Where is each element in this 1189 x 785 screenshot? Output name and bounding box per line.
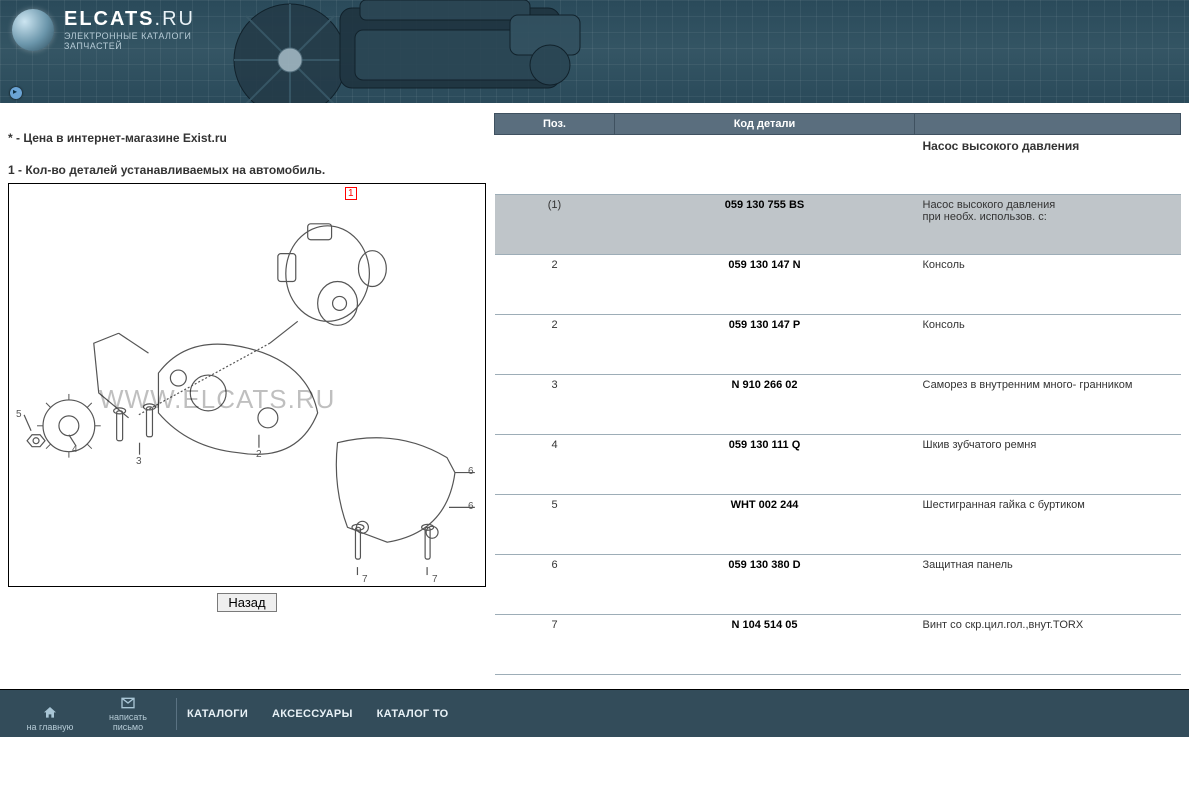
expand-icon[interactable] [10,87,22,99]
cell-pos: 2 [495,315,615,375]
cell-pos [495,135,615,195]
table-row[interactable]: 4059 130 111 QШкив зубчатого ремня [495,435,1181,495]
right-column: Поз. Код детали Насос высокого давления(… [494,113,1181,675]
brand-subtitle-1: ЭЛЕКТРОННЫЕ КАТАЛОГИ [64,31,195,41]
table-row[interactable]: 5WHT 002 244Шестигранная гайка с буртико… [495,495,1181,555]
engine-decoration [220,0,600,103]
diagram-callout-6b[interactable]: 6 [468,501,474,512]
cell-pos: (1) [495,195,615,255]
diagram-callout-7b[interactable]: 7 [432,574,438,585]
cell-code: 059 130 755 BS [615,195,915,255]
cell-pos: 3 [495,375,615,435]
col-pos: Поз. [495,114,615,135]
col-code: Код детали [615,114,915,135]
cell-pos: 7 [495,615,615,675]
globe-icon [12,9,54,51]
legend-line-2: 1 - Кол-во деталей устанавливаемых на ав… [8,163,486,177]
diagram-callout-7a[interactable]: 7 [362,574,368,585]
cell-desc: Саморез в внутренним много- гранником [915,375,1181,435]
legend-line-1: * - Цена в интернет-магазине Exist.ru [8,131,486,145]
footer-link-to-catalog[interactable]: КАТАЛОГ ТО [377,708,449,720]
cell-desc: Защитная панель [915,555,1181,615]
cell-code: 059 130 380 D [615,555,915,615]
cell-pos: 5 [495,495,615,555]
parts-diagram[interactable]: 1 2 3 4 5 6 6 7 7 WWW.ELCATS.RU [8,183,486,587]
diagram-callout-6a[interactable]: 6 [468,466,474,477]
table-row[interactable]: (1)059 130 755 BSНасос высокого давления… [495,195,1181,255]
footer-home-label: на главную [27,722,74,732]
cell-pos: 6 [495,555,615,615]
brand-main: ELCATS [64,8,155,30]
footer-links: КАТАЛОГИ АКСЕССУАРЫ КАТАЛОГ ТО [187,708,448,720]
table-section-row: Насос высокого давления [495,135,1181,195]
cell-desc: Консоль [915,255,1181,315]
parts-table: Поз. Код детали Насос высокого давления(… [494,113,1181,675]
table-row[interactable]: 2059 130 147 PКонсоль [495,315,1181,375]
legend-text-1: - Цена в интернет-магазине Exist.ru [13,131,227,145]
footer-separator [176,698,177,730]
main-content: * - Цена в интернет-магазине Exist.ru 1 … [0,103,1189,689]
diagram-callout-4[interactable]: 4 [72,444,78,455]
logo[interactable]: ELCATS.RU ЭЛЕКТРОННЫЕ КАТАЛОГИ ЗАПЧАСТЕЙ [12,8,195,51]
cell-desc: Шестигранная гайка с буртиком [915,495,1181,555]
cell-desc: Консоль [915,315,1181,375]
logo-text: ELCATS.RU ЭЛЕКТРОННЫЕ КАТАЛОГИ ЗАПЧАСТЕЙ [64,8,195,51]
cell-code: 059 130 147 P [615,315,915,375]
footer-link-accessories[interactable]: АКСЕССУАРЫ [272,708,353,720]
cell-desc: Винт со скр.цил.гол.,внут.TORX [915,615,1181,675]
cell-code: N 104 514 05 [615,615,915,675]
left-column: * - Цена в интернет-магазине Exist.ru 1 … [8,113,486,675]
table-header-row: Поз. Код детали [495,114,1181,135]
home-icon [42,705,58,721]
brand-subtitle-2: ЗАПЧАСТЕЙ [64,41,195,51]
cell-code: 059 130 147 N [615,255,915,315]
diagram-callout-3[interactable]: 3 [136,456,142,467]
diagram-watermark: WWW.ELCATS.RU [99,384,335,415]
table-row[interactable]: 2059 130 147 NКонсоль [495,255,1181,315]
footer-link-catalogs[interactable]: КАТАЛОГИ [187,708,248,720]
site-header: ELCATS.RU ЭЛЕКТРОННЫЕ КАТАЛОГИ ЗАПЧАСТЕЙ [0,0,1189,103]
footer-mail-label: написать письмо [96,712,160,732]
diagram-callout-5[interactable]: 5 [16,409,22,420]
cell-desc: Шкив зубчатого ремня [915,435,1181,495]
legend-text-2: - Кол-во деталей устанавливаемых на авто… [15,163,326,177]
cell-code [615,135,915,195]
table-row[interactable]: 3N 910 266 02Саморез в внутренним много-… [495,375,1181,435]
site-footer: на главную написать письмо КАТАЛОГИ АКСЕ… [0,689,1189,737]
diagram-callout-2[interactable]: 2 [256,449,262,460]
col-desc [915,114,1181,135]
section-title: Насос высокого давления [915,135,1181,195]
footer-mail-link[interactable]: написать письмо [90,695,166,732]
cell-code: WHT 002 244 [615,495,915,555]
table-row[interactable]: 6059 130 380 DЗащитная панель [495,555,1181,615]
cell-pos: 2 [495,255,615,315]
cell-pos: 4 [495,435,615,495]
diagram-callout-1[interactable]: 1 [345,187,357,200]
cell-code: N 910 266 02 [615,375,915,435]
cell-code: 059 130 111 Q [615,435,915,495]
table-row[interactable]: 7N 104 514 05Винт со скр.цил.гол.,внут.T… [495,615,1181,675]
back-button[interactable]: Назад [217,593,276,612]
footer-home-link[interactable]: на главную [12,705,88,732]
brand-suffix: .RU [155,8,195,30]
cell-desc: Насос высокого давления при необх. испол… [915,195,1181,255]
legend-num: 1 [8,163,15,177]
mail-icon [120,695,136,711]
